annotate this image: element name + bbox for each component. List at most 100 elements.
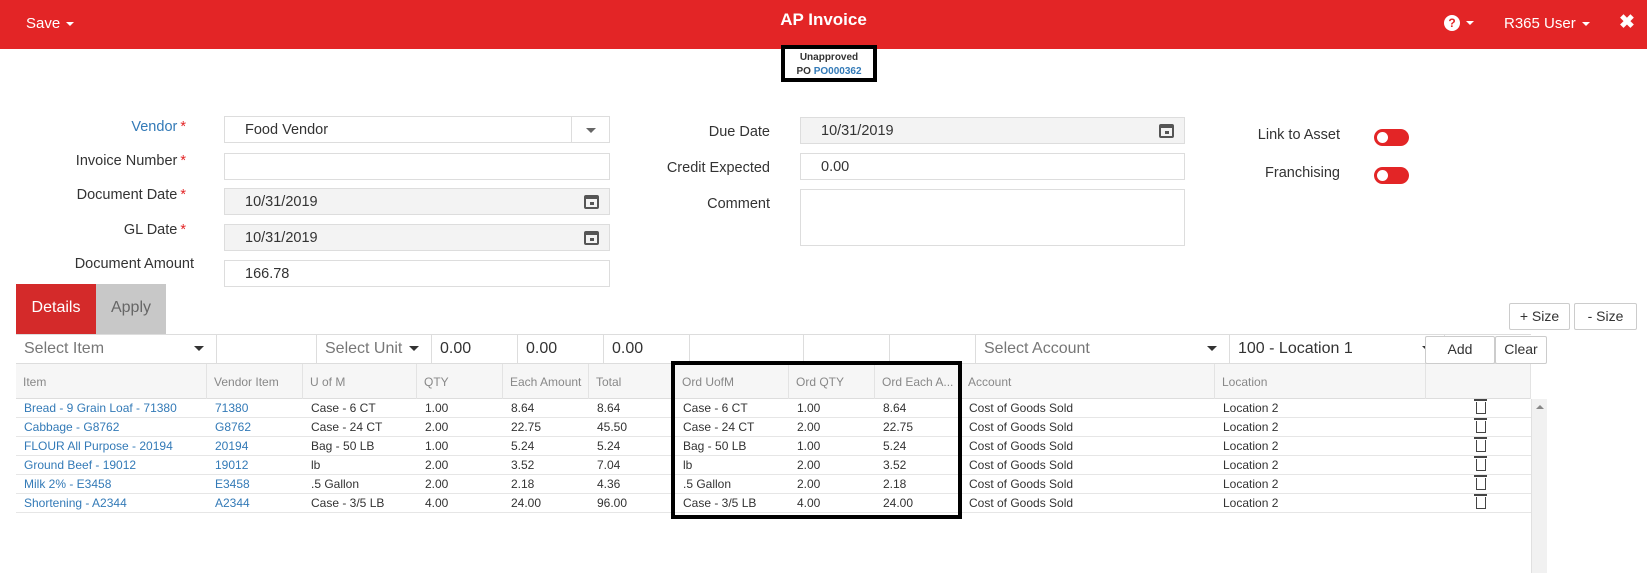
- cell-ord-qty: 1.00: [797, 401, 821, 415]
- total-input[interactable]: 0.00: [604, 335, 690, 364]
- cell-item[interactable]: Milk 2% - E3458: [16, 475, 207, 494]
- column-header-ord-qty[interactable]: Ord QTY: [789, 364, 875, 399]
- help-menu-button[interactable]: ?: [1444, 14, 1474, 31]
- cell-item[interactable]: FLOUR All Purpose - 20194: [16, 437, 207, 456]
- cell-ord-uofm: Case - 6 CT: [683, 401, 748, 415]
- credit-expected-field[interactable]: 0.00: [800, 153, 1185, 180]
- column-header-actions: [1426, 364, 1531, 399]
- trash-icon[interactable]: [1474, 456, 1487, 471]
- column-header-item[interactable]: Item: [16, 364, 207, 399]
- cell-ord-qty: 1.00: [797, 439, 821, 453]
- entry-row: Select Item Select Unit 0.00 0.00 0.00 S…: [16, 334, 1531, 364]
- calendar-icon[interactable]: [584, 195, 599, 209]
- chevron-down-icon: [1581, 22, 1590, 27]
- chevron-down-icon[interactable]: [586, 128, 596, 133]
- po-link[interactable]: PO000362: [814, 66, 862, 77]
- vendor-item-input[interactable]: [217, 335, 317, 364]
- franchising-toggle[interactable]: [1374, 167, 1409, 184]
- cell-location: Location 2: [1223, 420, 1279, 434]
- user-label: R365 User: [1504, 15, 1576, 32]
- select-unit-dropdown[interactable]: Select Unit: [317, 335, 432, 364]
- cell-vendor-item[interactable]: E3458: [207, 475, 303, 494]
- trash-icon[interactable]: [1474, 437, 1487, 452]
- table-row[interactable]: Bread - 9 Grain Loaf - 71380 71380 Case - …: [16, 399, 1531, 418]
- table-row[interactable]: Cabbage - G8762 G8762 Case - 24 CT 2.00 22.7…: [16, 418, 1531, 437]
- due-date-label: Due Date: [708, 124, 770, 140]
- po-reference: PO PO000362: [785, 65, 873, 79]
- cell-item[interactable]: Shortening - A2344: [16, 494, 207, 513]
- vendor-value: Food Vendor: [245, 122, 329, 138]
- column-header-ord-each[interactable]: Ord Each A...: [875, 364, 961, 399]
- table-row[interactable]: Ground Beef - 19012 19012 lb 2.00 3.52 7.04 lb…: [16, 456, 1531, 475]
- document-date-field[interactable]: 10/31/2019: [224, 188, 610, 215]
- cell-each-amount: 5.24: [511, 439, 535, 453]
- increase-size-button[interactable]: + Size: [1509, 303, 1570, 330]
- location-dropdown[interactable]: 100 - Location 1: [1230, 335, 1445, 364]
- gl-date-field[interactable]: 10/31/2019: [224, 224, 610, 251]
- cell-each-amount: 24.00: [511, 496, 542, 510]
- add-button[interactable]: Add: [1425, 336, 1495, 364]
- page-title: AP Invoice: [780, 10, 867, 29]
- cell-location: Location 2: [1223, 496, 1279, 510]
- table-row[interactable]: FLOUR All Purpose - 20194 20194 Bag - 50 L…: [16, 437, 1531, 456]
- cell-item[interactable]: Ground Beef - 19012: [16, 456, 207, 475]
- each-amount-input[interactable]: 0.00: [518, 335, 604, 364]
- cell-each-amount: 2.18: [511, 477, 535, 491]
- link-to-asset-label: Link to Asset: [1257, 127, 1340, 143]
- column-header-ord-uofm[interactable]: Ord UofM: [675, 364, 789, 399]
- column-header-each-amount[interactable]: Each Amount: [503, 364, 589, 399]
- trash-icon[interactable]: [1474, 494, 1487, 509]
- due-date-value: 10/31/2019: [821, 123, 894, 139]
- decrease-size-button[interactable]: - Size: [1574, 303, 1637, 330]
- cell-uofm: lb: [311, 458, 321, 472]
- cell-vendor-item[interactable]: 20194: [207, 437, 303, 456]
- vendor-label[interactable]: Vendor *: [60, 119, 186, 135]
- document-amount-field[interactable]: 166.78: [224, 260, 610, 287]
- link-to-asset-toggle[interactable]: [1374, 129, 1409, 146]
- due-date-field[interactable]: 10/31/2019: [800, 117, 1185, 144]
- qty-input[interactable]: 0.00: [432, 335, 518, 364]
- tab-apply[interactable]: Apply: [96, 284, 166, 334]
- ord-qty-input[interactable]: [804, 335, 890, 364]
- table-row[interactable]: Milk 2% - E3458 E3458 .5 Gallon 2.00 2.18 4.3…: [16, 475, 1531, 494]
- tab-details[interactable]: Details: [16, 284, 96, 334]
- ord-each-input[interactable]: [890, 335, 976, 364]
- close-icon[interactable]: ✖: [1619, 11, 1635, 34]
- user-menu-button[interactable]: R365 User: [1504, 15, 1590, 32]
- trash-icon[interactable]: [1474, 475, 1487, 490]
- cell-item[interactable]: Cabbage - G8762: [16, 418, 207, 437]
- column-header-qty[interactable]: QTY: [417, 364, 503, 399]
- column-header-vendor-item[interactable]: Vendor Item: [207, 364, 303, 399]
- clear-button[interactable]: Clear: [1495, 336, 1547, 364]
- column-header-location[interactable]: Location: [1215, 364, 1426, 399]
- document-date-label: Document Date *: [76, 187, 186, 203]
- cell-account: Cost of Goods Sold: [969, 496, 1074, 510]
- select-item-placeholder: Select Item: [24, 340, 105, 357]
- cell-vendor-item[interactable]: 19012: [207, 456, 303, 475]
- cell-location: Location 2: [1223, 401, 1279, 415]
- ord-uofm-input[interactable]: [690, 335, 804, 364]
- cell-vendor-item[interactable]: 71380: [207, 399, 303, 418]
- select-item-dropdown[interactable]: Select Item: [16, 335, 217, 364]
- calendar-icon[interactable]: [584, 231, 599, 245]
- cell-vendor-item[interactable]: G8762: [207, 418, 303, 437]
- cell-qty: 2.00: [425, 458, 449, 472]
- select-account-dropdown[interactable]: Select Account: [976, 335, 1230, 364]
- vendor-select[interactable]: Food Vendor: [224, 116, 610, 143]
- calendar-icon[interactable]: [1159, 124, 1174, 138]
- trash-icon[interactable]: [1474, 399, 1487, 414]
- cell-ord-uofm: Case - 24 CT: [683, 420, 755, 434]
- cell-vendor-item[interactable]: A2344: [207, 494, 303, 513]
- column-header-total[interactable]: Total: [589, 364, 675, 399]
- column-header-account[interactable]: Account: [961, 364, 1215, 399]
- table-row[interactable]: Shortening - A2344 A2344 Case - 3/5 LB 4.00…: [16, 494, 1531, 513]
- trash-icon[interactable]: [1474, 418, 1487, 433]
- cell-item[interactable]: Bread - 9 Grain Loaf - 71380: [16, 399, 207, 418]
- location-value: 100 - Location 1: [1238, 340, 1353, 357]
- column-header-uofm[interactable]: U of M: [303, 364, 417, 399]
- document-date-value: 10/31/2019: [245, 194, 318, 210]
- scroll-up-icon[interactable]: [1536, 405, 1544, 409]
- grid-scrollbar[interactable]: [1531, 399, 1547, 573]
- comment-textarea[interactable]: [800, 189, 1185, 246]
- invoice-number-field[interactable]: [224, 153, 610, 180]
